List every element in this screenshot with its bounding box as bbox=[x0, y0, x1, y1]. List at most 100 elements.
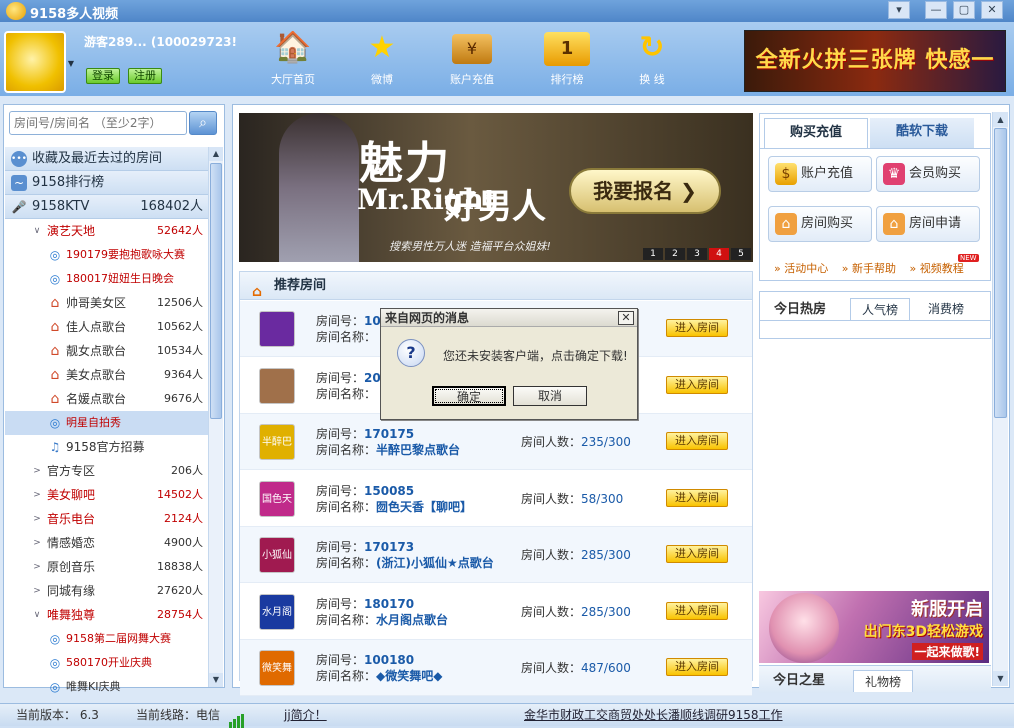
scroll-thumb[interactable] bbox=[210, 163, 222, 419]
banner-page-2[interactable]: 2 bbox=[665, 248, 685, 260]
room-thumbnail[interactable] bbox=[259, 311, 295, 347]
promo-banner[interactable]: 魅力 Mr.Right 好男人 搜索男性万人迷 造福平台众姐妹! 我要报名 ❯ … bbox=[239, 113, 753, 262]
chevron-down-icon[interactable]: ∨ bbox=[29, 607, 45, 623]
chevron-right-icon[interactable]: > bbox=[29, 583, 45, 599]
nav-recharge-button[interactable]: ¥ 账户充值 bbox=[437, 28, 507, 92]
chevron-right-icon[interactable]: > bbox=[29, 463, 45, 479]
room-thumbnail[interactable]: 微笑舞吧 bbox=[259, 650, 295, 686]
tree-category[interactable]: > 音乐电台 2124人 bbox=[5, 507, 209, 531]
scroll-down-icon[interactable]: ▼ bbox=[209, 673, 223, 687]
nav-switch-line-button[interactable]: ↻ 换 线 bbox=[617, 28, 687, 92]
room-row[interactable]: 微笑舞吧 房间号：100180 房间名称：◆微笑舞吧◆ 房间人数：487/600 进入房… bbox=[240, 640, 752, 696]
tree-category[interactable]: > 美女聊吧 14502人 bbox=[5, 483, 209, 507]
search-button[interactable]: ⌕ bbox=[189, 111, 217, 135]
chevron-right-icon[interactable]: > bbox=[29, 511, 45, 527]
tree-category[interactable]: ∨ 唯舞独尊 28754人 bbox=[5, 603, 209, 627]
scroll-up-icon[interactable]: ▲ bbox=[993, 112, 1008, 127]
tree-room[interactable]: ⌂ 靓女点歌台 10534人 bbox=[5, 339, 209, 363]
tree-room[interactable]: ◎ 580170开业庆典 bbox=[5, 651, 209, 675]
tree-category[interactable]: > 官方专区 206人 bbox=[5, 459, 209, 483]
tree-room[interactable]: ◎ 190179要抱抱歌咏大赛 bbox=[5, 243, 209, 267]
tree-category[interactable]: > 同城有缘 27620人 bbox=[5, 579, 209, 603]
account-recharge-button[interactable]: $ 账户充值 bbox=[768, 156, 872, 192]
banner-page-5[interactable]: 5 bbox=[731, 248, 751, 260]
room-apply-button[interactable]: ⌂ 房间申请 bbox=[876, 206, 980, 242]
room-buy-button[interactable]: ⌂ 房间购买 bbox=[768, 206, 872, 242]
chevron-down-icon[interactable]: ∨ bbox=[29, 223, 45, 239]
main-scrollbar[interactable]: ▲ ▼ bbox=[992, 112, 1008, 686]
room-row[interactable]: 半醉巴黎 房间号：170175 房间名称：半醉巴黎点歌台 房间人数：235/300 进入… bbox=[240, 414, 752, 470]
tree-room[interactable]: ⌂ 美女点歌台 9364人 bbox=[5, 363, 209, 387]
cancel-button[interactable]: 取消 bbox=[513, 386, 587, 406]
nav-weibo-button[interactable]: ★ 微博 bbox=[347, 28, 417, 92]
tab-purchase[interactable]: 购买充值 bbox=[764, 118, 868, 148]
login-button[interactable]: 登录 bbox=[86, 68, 120, 84]
room-thumbnail[interactable]: 半醉巴黎 bbox=[259, 424, 295, 460]
enter-room-button[interactable]: 进入房间 bbox=[666, 432, 728, 450]
nav-ranking-button[interactable]: 1 排行榜 bbox=[532, 28, 602, 92]
enter-room-button[interactable]: 进入房间 bbox=[666, 375, 728, 394]
menu-dropdown-button[interactable]: ▾ bbox=[888, 1, 910, 19]
news-ticker-link[interactable]: 金华市财政工交商贸处处长潘顺线调研9158工作 bbox=[524, 704, 783, 726]
tree-room[interactable]: ◎ 180017妞妞生日晚会 bbox=[5, 267, 209, 291]
tab-gift-ranking[interactable]: 礼物榜 bbox=[853, 670, 913, 692]
tab-popularity[interactable]: 人气榜 bbox=[850, 298, 910, 320]
room-row[interactable]: 国色天香 房间号：150085房间名称：囫色天香【聊吧】 房间人数：58/300 进入… bbox=[240, 471, 752, 527]
dialog-close-button[interactable]: ✕ bbox=[618, 311, 634, 325]
tree-category[interactable]: > 情感婚恋 4900人 bbox=[5, 531, 209, 555]
ok-button[interactable]: 确定 bbox=[432, 386, 506, 406]
chevron-right-icon[interactable]: > bbox=[29, 535, 45, 551]
enter-room-button[interactable]: 进入房间 bbox=[666, 319, 728, 337]
intro-link[interactable]: jj简介！ bbox=[284, 704, 327, 726]
enter-room-button[interactable]: 进入房间 bbox=[666, 545, 728, 563]
tree-room[interactable]: ⌂ 名媛点歌台 9676人 bbox=[5, 387, 209, 411]
scroll-thumb[interactable] bbox=[994, 128, 1007, 418]
sidebar-scrollbar[interactable]: ▲ ▼ bbox=[208, 147, 223, 687]
avatar-dropdown-icon[interactable]: ▼ bbox=[68, 59, 74, 68]
room-row[interactable]: 小狐仙 房间号：170173 房间名称：(浙江)小狐仙★点歌台 房间人数：285/30… bbox=[240, 527, 752, 583]
scroll-down-icon[interactable]: ▼ bbox=[993, 671, 1008, 686]
room-thumbnail[interactable]: 水月阁 bbox=[259, 593, 295, 630]
maximize-button[interactable]: ▢ bbox=[953, 1, 975, 19]
chevron-right-icon[interactable]: > bbox=[29, 487, 45, 503]
banner-page-4[interactable]: 4 bbox=[709, 248, 729, 260]
top-ad-banner[interactable]: 全新火拼三张牌 快感一瞬间 bbox=[744, 30, 1006, 133]
room-thumbnail[interactable]: 国色天香 bbox=[259, 480, 295, 517]
dialog-title-bar[interactable]: 来自网页的消息 ✕ bbox=[381, 309, 637, 327]
minimize-button[interactable]: — bbox=[925, 1, 947, 19]
side-ad-banner[interactable]: 新服开启 出门东3D轻松游戏 一起来做歌! bbox=[759, 591, 989, 663]
member-buy-button[interactable]: ♛ 会员购买 bbox=[876, 156, 980, 192]
tree-room[interactable]: ◎ 唯舞KI庆典 bbox=[5, 675, 209, 699]
room-row[interactable]: 水月阁 房间号：180170 房间名称：水月阁点歌台 房间人数：285/300 进入房间 bbox=[240, 584, 752, 640]
banner-page-1[interactable]: 1 bbox=[643, 248, 663, 260]
link-video-tutorial[interactable]: » 视频教程 bbox=[909, 262, 963, 275]
tree-category[interactable]: ∨ 演艺天地 52642人 bbox=[5, 219, 209, 243]
enter-room-button[interactable]: 进入房间 bbox=[666, 658, 728, 676]
close-button[interactable]: ✕ bbox=[981, 1, 1003, 19]
tree-room[interactable]: ◎ 9158第二届网舞大赛 bbox=[5, 627, 209, 651]
tree-room[interactable]: ◎ 明星自拍秀 bbox=[5, 411, 209, 435]
room-thumbnail[interactable]: 小狐仙 bbox=[259, 537, 295, 573]
nav-home-button[interactable]: 🏠 大厅首页 bbox=[258, 28, 328, 92]
scroll-up-icon[interactable]: ▲ bbox=[209, 147, 223, 161]
sidebar-item-ktv[interactable]: 🎤 9158KTV 168402人 bbox=[5, 195, 209, 219]
tree-room[interactable]: ⌂ 佳人点歌台 10562人 bbox=[5, 315, 209, 339]
enter-room-button[interactable]: 进入房间 bbox=[666, 488, 728, 507]
sidebar-item-ranking[interactable]: ~ 9158排行榜 bbox=[5, 171, 209, 195]
register-button[interactable]: 注册 bbox=[128, 68, 162, 84]
enter-room-button[interactable]: 进入房间 bbox=[666, 601, 728, 620]
tree-category[interactable]: > 原创音乐 18838人 bbox=[5, 555, 209, 579]
room-thumbnail[interactable] bbox=[259, 367, 295, 404]
title-bar[interactable]: 9158多人视频 ▾ — ▢ ✕ bbox=[0, 0, 1014, 22]
tab-download[interactable]: 酷软下载 bbox=[870, 118, 974, 148]
join-button[interactable]: 我要报名 ❯ bbox=[569, 168, 721, 214]
sidebar-item-favorites[interactable]: ••• 收藏及最近去过的房间 bbox=[5, 147, 209, 171]
tab-consumption[interactable]: 消费榜 bbox=[916, 298, 976, 320]
link-activity-center[interactable]: » 活动中心 bbox=[774, 262, 828, 275]
banner-page-3[interactable]: 3 bbox=[687, 248, 707, 260]
search-input[interactable] bbox=[9, 111, 187, 135]
link-newbie-help[interactable]: » 新手帮助 bbox=[842, 262, 896, 275]
chevron-right-icon[interactable]: > bbox=[29, 559, 45, 575]
avatar[interactable]: ▼ bbox=[4, 31, 74, 93]
tree-room[interactable]: ⌂ 帅哥美女区 12506人 bbox=[5, 291, 209, 315]
